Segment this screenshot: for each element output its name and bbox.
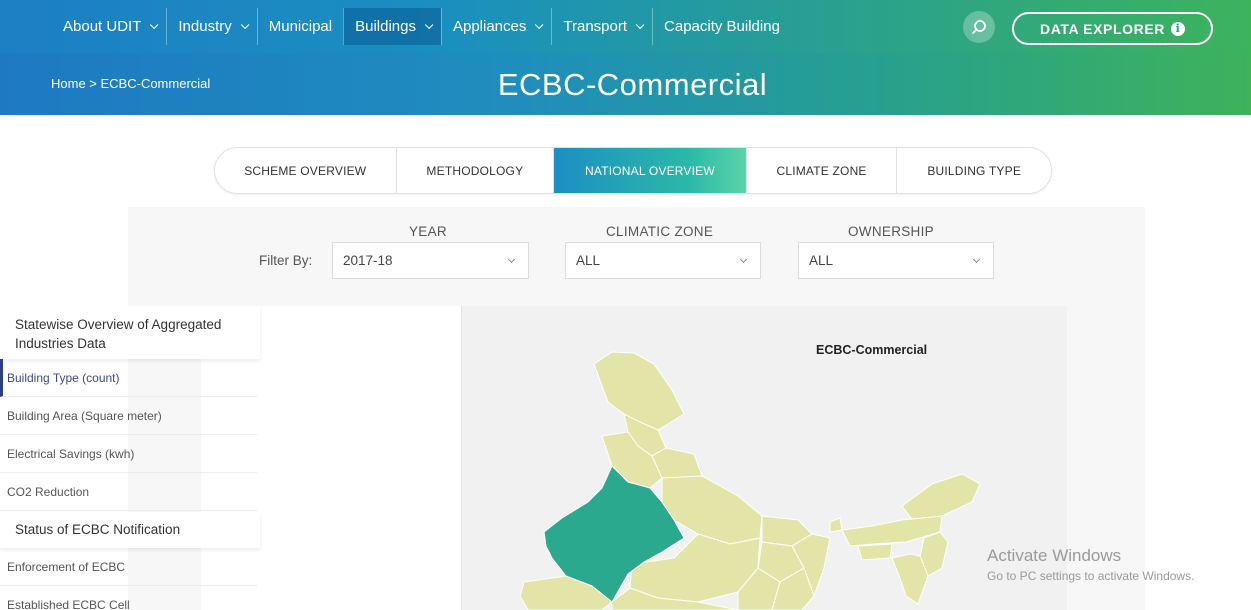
tab-building-type[interactable]: BUILDING TYPE: [897, 148, 1051, 193]
year-filter-label: YEAR: [409, 224, 447, 239]
nav-item-label: Municipal: [268, 18, 333, 35]
sidebar-item-enforcement[interactable]: Enforcement of ECBC: [0, 548, 257, 586]
nav-item-about-udit[interactable]: About UDIT: [52, 8, 166, 45]
section-tabs: SCHEME OVERVIEW METHODOLOGY NATIONAL OVE…: [214, 147, 1052, 194]
chevron-down-icon: [535, 20, 544, 29]
chevron-down-icon: [635, 20, 645, 29]
year-select-value: 2017-18: [343, 253, 393, 268]
windows-activation-subtext: Go to PC settings to activate Windows.: [987, 569, 1195, 583]
chevron-down-icon: [240, 20, 250, 29]
page-header-band: Home > ECBC-Commercial ECBC-Commercial: [0, 53, 1251, 115]
sidebar-section-title: Status of ECBC Notification: [0, 512, 260, 548]
filter-by-label: Filter By:: [259, 253, 313, 268]
search-icon: [972, 20, 986, 34]
map-state-sikkim[interactable]: [829, 517, 843, 533]
nav-item-capacity-building[interactable]: Capacity Building: [652, 8, 791, 45]
sidebar-item-established-cell[interactable]: Established ECBC Cell: [0, 586, 257, 610]
tab-climate-zone[interactable]: CLIMATE ZONE: [747, 148, 898, 193]
sidebar-item-electrical-savings[interactable]: Electrical Savings (kwh): [0, 435, 257, 473]
data-explorer-button[interactable]: DATA EXPLORER i: [1012, 12, 1213, 45]
nav-item-transport[interactable]: Transport: [551, 8, 652, 45]
map-state-meghalaya[interactable]: [857, 543, 893, 561]
sidebar-item-co2-reduction[interactable]: CO2 Reduction: [0, 473, 257, 511]
tab-methodology[interactable]: METHODOLOGY: [397, 148, 555, 193]
ownership-filter-label: OWNERSHIP: [848, 224, 934, 239]
climatic-zone-select[interactable]: ALL: [565, 242, 761, 279]
tab-scheme-overview[interactable]: SCHEME OVERVIEW: [215, 148, 397, 193]
tab-national-overview[interactable]: NATIONAL OVERVIEW: [554, 148, 747, 193]
climatic-zone-filter-label: CLIMATIC ZONE: [606, 224, 714, 239]
search-button[interactable]: [963, 11, 995, 43]
map-state-uttarakhand[interactable]: [651, 447, 703, 479]
data-explorer-label: DATA EXPLORER: [1040, 20, 1165, 37]
nav-item-buildings[interactable]: Buildings: [343, 8, 441, 45]
nav-item-label: Industry: [178, 18, 232, 35]
ownership-select[interactable]: ALL: [798, 242, 994, 279]
sidebar-section-title: Statewise Overview of Aggregated Industr…: [0, 306, 260, 359]
year-select[interactable]: 2017-18: [332, 242, 529, 279]
nav-item-municipal[interactable]: Municipal: [256, 8, 343, 45]
nav-item-appliances[interactable]: Appliances: [440, 8, 551, 45]
page-title: ECBC-Commercial: [497, 67, 768, 102]
sidebar-item-building-area[interactable]: Building Area (Square meter): [0, 397, 257, 435]
chevron-down-icon: [739, 255, 748, 264]
map-container: [461, 306, 1067, 610]
chevron-down-icon: [150, 20, 159, 29]
map-title: ECBC-Commercial: [816, 343, 928, 357]
nav-item-industry[interactable]: Industry: [166, 8, 256, 45]
map-state-arunachal[interactable]: [901, 473, 981, 523]
nav-menu: About UDIT Industry Municipal Buildings …: [52, 0, 791, 53]
chevron-down-icon: [424, 20, 434, 29]
chevron-down-icon: [507, 255, 516, 264]
india-map: [519, 351, 981, 610]
nav-item-label: Transport: [563, 18, 628, 35]
chevron-down-icon: [972, 255, 981, 264]
map-state-tripura-mizoram[interactable]: [891, 553, 929, 605]
nav-item-label: About UDIT: [63, 18, 142, 35]
info-icon: i: [1171, 21, 1185, 36]
windows-activation-watermark: Activate Windows: [987, 546, 1122, 565]
ownership-select-value: ALL: [809, 253, 834, 268]
sidebar-item-building-type[interactable]: Building Type (count): [0, 359, 257, 397]
top-navigation-bar: About UDIT Industry Municipal Buildings …: [0, 0, 1251, 53]
nav-item-label: Appliances: [452, 18, 527, 35]
climatic-zone-select-value: ALL: [576, 253, 601, 268]
nav-item-label: Capacity Building: [664, 18, 780, 35]
nav-item-label: Buildings: [355, 18, 416, 35]
map-state-jammu-kashmir[interactable]: [593, 351, 685, 431]
